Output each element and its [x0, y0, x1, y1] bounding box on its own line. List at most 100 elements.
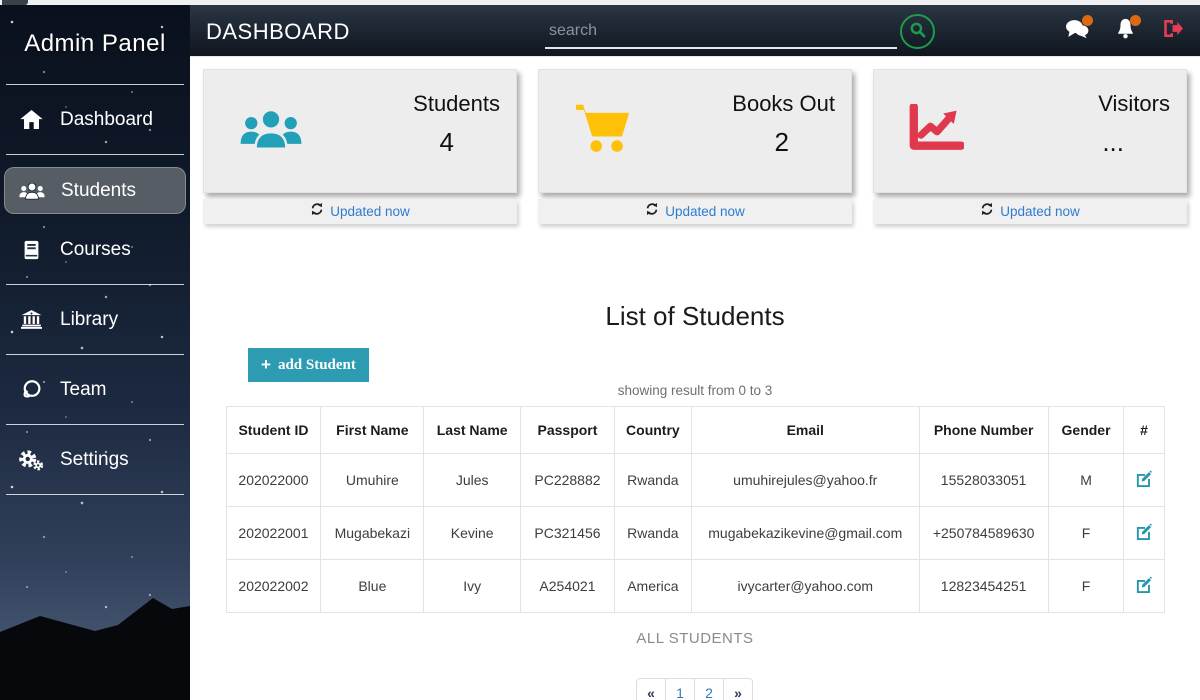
refresh-icon: [310, 202, 324, 221]
notification-dot: [1130, 15, 1141, 26]
sidebar-item-label: Team: [60, 379, 106, 401]
stat-card-title: Students: [413, 91, 500, 117]
cell-first-name: Blue: [321, 560, 424, 613]
notification-dot: [1082, 15, 1093, 26]
stat-card-value: 2: [775, 127, 835, 158]
cell-country: America: [614, 560, 691, 613]
pagination-prev[interactable]: «: [636, 678, 666, 700]
sidebar: Admin Panel Dashboard Stud: [0, 0, 190, 700]
edit-icon: [1135, 475, 1152, 490]
page-title: DASHBOARD: [206, 19, 350, 45]
updated-now-link[interactable]: Updated now: [665, 204, 745, 219]
cell-student-id: 202022001: [226, 507, 321, 560]
column-header: Student ID: [226, 407, 321, 454]
logout-button[interactable]: [1160, 18, 1186, 44]
messages-button[interactable]: [1064, 18, 1090, 44]
stat-card-footer: Updated now: [538, 199, 852, 224]
sidebar-item-label: Courses: [60, 239, 131, 261]
edit-student-button[interactable]: [1135, 576, 1152, 593]
cell-phone: +250784589630: [919, 507, 1048, 560]
sidebar-item-dashboard[interactable]: Dashboard: [4, 96, 186, 143]
edit-icon: [1135, 581, 1152, 596]
stat-cards-row: Students 4 Updated now: [190, 57, 1200, 224]
stat-card-title: Visitors: [1098, 91, 1170, 117]
cell-last-name: Kevine: [424, 507, 521, 560]
cell-country: Rwanda: [614, 454, 691, 507]
sidebar-item-students[interactable]: Students: [4, 167, 186, 214]
stat-card-visitors: Visitors ... Updated now: [873, 69, 1187, 224]
table-row: 202022000 Umuhire Jules PC228882 Rwanda …: [226, 454, 1164, 507]
column-header: Country: [614, 407, 691, 454]
pagination-page-2[interactable]: 2: [694, 678, 724, 700]
cell-email: ivycarter@yahoo.com: [691, 560, 919, 613]
refresh-icon: [980, 202, 994, 221]
stat-card-title: Books Out: [732, 91, 835, 117]
stat-card-body: Visitors ...: [873, 69, 1187, 193]
cell-last-name: Ivy: [424, 560, 521, 613]
sidebar-item-label: Dashboard: [60, 109, 153, 131]
gears-icon: [16, 449, 46, 471]
cell-last-name: Jules: [424, 454, 521, 507]
pagination-page-1[interactable]: 1: [665, 678, 695, 700]
updated-now-link[interactable]: Updated now: [330, 204, 410, 219]
cell-country: Rwanda: [614, 507, 691, 560]
cell-passport: PC321456: [521, 507, 615, 560]
cell-gender: F: [1048, 560, 1124, 613]
main-content: Students 4 Updated now: [190, 57, 1200, 700]
sidebar-item-label: Students: [61, 180, 136, 202]
stat-card-footer: Updated now: [203, 199, 517, 224]
admin-panel-app: Admin Panel Dashboard Stud: [0, 0, 1200, 700]
sidebar-item-library[interactable]: Library: [4, 296, 186, 343]
updated-now-link[interactable]: Updated now: [1000, 204, 1080, 219]
cell-gender: F: [1048, 507, 1124, 560]
book-icon: [16, 240, 46, 260]
stat-card-books-out: Books Out 2 Updated now: [538, 69, 852, 224]
cell-student-id: 202022000: [226, 454, 321, 507]
column-header: Passport: [521, 407, 615, 454]
pagination-next[interactable]: »: [723, 678, 753, 700]
home-icon: [16, 110, 46, 129]
edit-student-button[interactable]: [1135, 470, 1152, 487]
divider: [6, 354, 184, 355]
stat-card-value: 4: [440, 127, 500, 158]
list-of-students-heading: List of Students: [190, 301, 1200, 332]
sidebar-item-label: Library: [60, 309, 118, 331]
cell-student-id: 202022002: [226, 560, 321, 613]
alerts-button[interactable]: [1112, 18, 1138, 44]
cell-first-name: Umuhire: [321, 454, 424, 507]
column-header: Email: [691, 407, 919, 454]
chart-line-icon: [908, 104, 964, 159]
stat-card-value: ...: [1102, 127, 1170, 158]
cell-actions: [1124, 560, 1164, 613]
headset-icon: [16, 379, 46, 400]
cell-email: umuhirejules@yahoo.fr: [691, 454, 919, 507]
cell-phone: 12823454251: [919, 560, 1048, 613]
students-table: Student ID First Name Last Name Passport…: [226, 406, 1165, 613]
column-header: First Name: [321, 407, 424, 454]
cell-passport: A254021: [521, 560, 615, 613]
sidebar-item-team[interactable]: Team: [4, 366, 186, 413]
cell-email: mugabekazikevine@gmail.com: [691, 507, 919, 560]
app-title: Admin Panel: [0, 0, 190, 84]
add-student-button[interactable]: + add Student: [248, 348, 369, 382]
refresh-icon: [645, 202, 659, 221]
result-summary: showing result from 0 to 3: [190, 383, 1200, 398]
divider: [6, 494, 184, 495]
sidebar-item-settings[interactable]: Settings: [4, 436, 186, 483]
search-input[interactable]: [545, 15, 897, 49]
cell-actions: [1124, 454, 1164, 507]
browser-top-strip: [0, 0, 1200, 5]
column-header: Last Name: [424, 407, 521, 454]
sidebar-item-courses[interactable]: Courses: [4, 226, 186, 273]
edit-student-button[interactable]: [1135, 523, 1152, 540]
stat-card-body: Books Out 2: [538, 69, 852, 193]
stat-card-students: Students 4 Updated now: [203, 69, 517, 224]
cell-first-name: Mugabekazi: [321, 507, 424, 560]
search-button[interactable]: [900, 14, 935, 49]
cell-passport: PC228882: [521, 454, 615, 507]
cell-phone: 15528033051: [919, 454, 1048, 507]
all-students-label: ALL STUDENTS: [190, 630, 1200, 647]
sign-out-icon: [1162, 19, 1184, 43]
table-row: 202022002 Blue Ivy A254021 America ivyca…: [226, 560, 1164, 613]
users-icon: [238, 105, 304, 158]
